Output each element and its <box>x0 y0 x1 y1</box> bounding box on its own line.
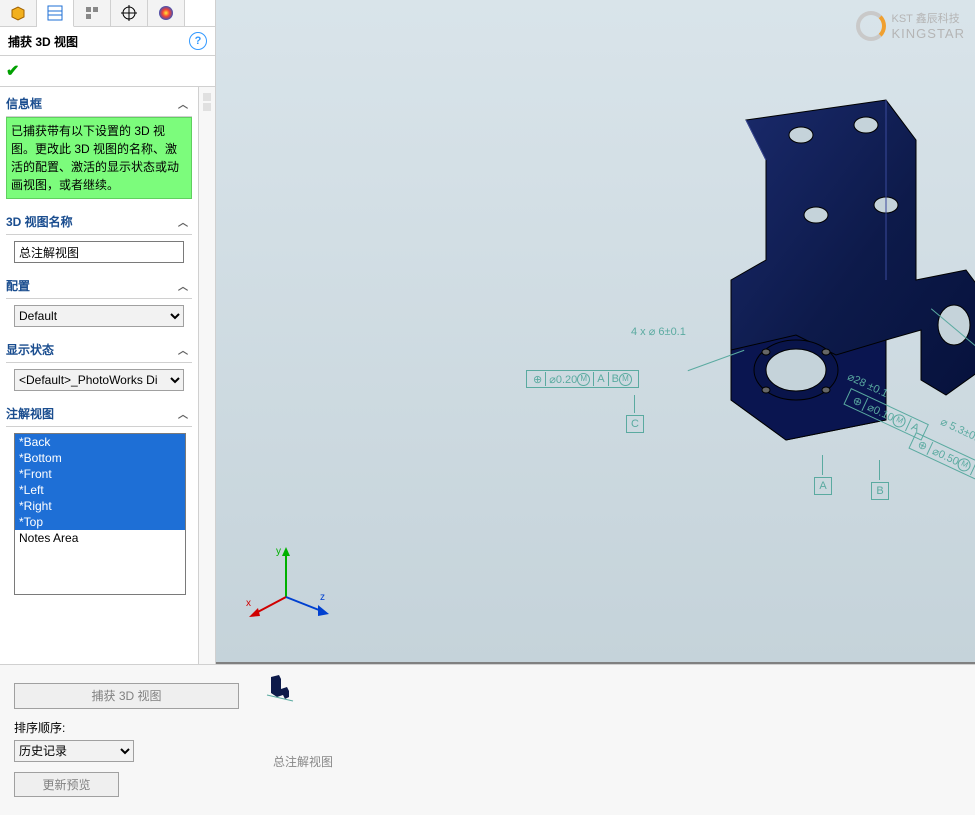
tab-property-manager[interactable] <box>37 0 74 27</box>
part-model <box>686 80 975 460</box>
appearance-icon <box>157 4 175 22</box>
datum-a-flag: A <box>814 455 832 495</box>
display-state-select[interactable]: <Default>_PhotoWorks Di <box>14 369 184 391</box>
property-manager-panel: 捕获 3D 视图 ? ✔ 信息框 ︿ 已捕获带有以下设置的 3D 视图。更改此 … <box>0 0 216 664</box>
section-display-state-header[interactable]: 显示状态 ︿ <box>6 337 192 363</box>
list-item[interactable]: *Bottom <box>15 450 185 466</box>
sort-order-label: 排序顺序: <box>14 719 239 736</box>
list-item[interactable]: *Back <box>15 434 185 450</box>
list-item[interactable]: *Left <box>15 482 185 498</box>
section-view-name-header[interactable]: 3D 视图名称 ︿ <box>6 209 192 235</box>
preview-area: 总注解视图 <box>253 665 975 815</box>
datum-label: A <box>814 477 832 495</box>
panel-body-row: 信息框 ︿ 已捕获带有以下设置的 3D 视图。更改此 3D 视图的名称、激活的配… <box>0 87 215 664</box>
fcf-datum: A <box>594 372 608 386</box>
sort-order-select[interactable]: 历史记录 <box>14 740 134 762</box>
chevron-up-icon: ︿ <box>178 278 192 293</box>
bottom-bar: 捕获 3D 视图 排序顺序: 历史记录 更新预览 总注解视图 <box>0 664 975 815</box>
chevron-up-icon: ︿ <box>178 214 192 229</box>
config-icon <box>83 4 101 22</box>
datum-b-flag: B <box>871 460 889 500</box>
confirm-row: ✔ <box>0 55 215 87</box>
kingstar-logo-icon <box>856 11 886 41</box>
property-icon <box>46 4 64 22</box>
section-info-title: 信息框 <box>6 95 42 112</box>
gutter-square-icon <box>203 103 211 111</box>
triad-z-label: z <box>320 592 325 603</box>
manager-tabstrip <box>0 0 215 27</box>
fcf-datum: B <box>612 373 619 385</box>
section-annotation-views-header[interactable]: 注解视图 ︿ <box>6 401 192 427</box>
panel-title: 捕获 3D 视图 <box>8 33 78 50</box>
feature-control-frame-1: ⊕ ⌀0.20M A BM <box>526 370 639 388</box>
list-item[interactable]: *Right <box>15 498 185 514</box>
chevron-up-icon: ︿ <box>178 406 192 421</box>
help-icon[interactable]: ? <box>189 32 207 50</box>
panel-title-row: 捕获 3D 视图 ? <box>0 27 215 55</box>
chevron-up-icon: ︿ <box>178 96 192 111</box>
section-info-header[interactable]: 信息框 ︿ <box>6 91 192 117</box>
mmc-modifier-icon: M <box>619 373 632 386</box>
list-item[interactable]: *Front <box>15 466 185 482</box>
triad-y-label: y <box>276 546 281 557</box>
list-item[interactable]: *Top <box>15 514 185 530</box>
datum-c-flag: C <box>626 395 644 433</box>
tab-feature-manager[interactable] <box>0 0 37 26</box>
graphics-viewport[interactable]: KST 鑫辰科技 KINGSTAR <box>216 0 975 664</box>
target-icon <box>120 4 138 22</box>
panel-scroll[interactable]: 信息框 ︿ 已捕获带有以下设置的 3D 视图。更改此 3D 视图的名称、激活的配… <box>0 87 198 664</box>
view-name-input[interactable] <box>14 241 184 263</box>
tab-dimxpert-manager[interactable] <box>111 0 148 26</box>
info-message: 已捕获带有以下设置的 3D 视图。更改此 3D 视图的名称、激活的配置、激活的显… <box>6 117 192 199</box>
list-item[interactable]: Notes Area <box>15 530 185 546</box>
datum-label: B <box>871 482 889 500</box>
preview-thumbnail-icon <box>265 673 295 703</box>
configuration-select[interactable]: Default <box>14 305 184 327</box>
chevron-up-icon: ︿ <box>178 342 192 357</box>
triad-x-label: x <box>246 598 251 609</box>
section-annotation-views: 注解视图 ︿ *Back*Bottom*Front*Left*Right*Top… <box>6 401 192 595</box>
top-region: 捕获 3D 视图 ? ✔ 信息框 ︿ 已捕获带有以下设置的 3D 视图。更改此 … <box>0 0 975 664</box>
watermark-line1: KST 鑫辰科技 <box>892 10 966 26</box>
section-configuration: 配置 ︿ Default <box>6 273 192 327</box>
tab-display-manager[interactable] <box>148 0 185 26</box>
section-configuration-title: 配置 <box>6 277 30 294</box>
mmc-modifier-icon: M <box>891 412 908 429</box>
tab-configuration-manager[interactable] <box>74 0 111 26</box>
panel-right-gutter[interactable] <box>198 87 215 664</box>
app-root: 捕获 3D 视图 ? ✔ 信息框 ︿ 已捕获带有以下设置的 3D 视图。更改此 … <box>0 0 975 815</box>
section-view-name-title: 3D 视图名称 <box>6 213 73 230</box>
annotation-views-listbox[interactable]: *Back*Bottom*Front*Left*Right*TopNotes A… <box>14 433 186 595</box>
section-annotation-views-title: 注解视图 <box>6 405 54 422</box>
watermark-line2: KINGSTAR <box>892 26 966 41</box>
capture-3d-view-button[interactable]: 捕获 3D 视图 <box>14 683 239 709</box>
mmc-modifier-icon: M <box>956 456 973 473</box>
datum-label: C <box>626 415 644 433</box>
fcf-tolerance: ⌀0.20 <box>549 373 577 386</box>
section-info: 信息框 ︿ 已捕获带有以下设置的 3D 视图。更改此 3D 视图的名称、激活的配… <box>6 91 192 199</box>
section-view-name: 3D 视图名称 ︿ <box>6 209 192 263</box>
gtol-position-icon: ⊕ <box>530 372 546 386</box>
preview-caption: 总注解视图 <box>273 753 333 770</box>
gutter-square-icon <box>203 93 211 101</box>
view-orientation-triad: y x z <box>246 542 336 632</box>
update-preview-button[interactable]: 更新预览 <box>14 772 119 798</box>
section-display-state: 显示状态 ︿ <Default>_PhotoWorks Di <box>6 337 192 391</box>
ok-check-icon[interactable]: ✔ <box>6 61 19 81</box>
hole-callout-label: 4 x ⌀ 6±0.1 <box>631 325 686 338</box>
cube-icon <box>9 4 27 22</box>
section-configuration-header[interactable]: 配置 ︿ <box>6 273 192 299</box>
section-display-state-title: 显示状态 <box>6 341 54 358</box>
mmc-modifier-icon: M <box>577 373 590 386</box>
bottom-controls: 捕获 3D 视图 排序顺序: 历史记录 更新预览 <box>0 665 253 815</box>
watermark: KST 鑫辰科技 KINGSTAR <box>856 10 966 41</box>
